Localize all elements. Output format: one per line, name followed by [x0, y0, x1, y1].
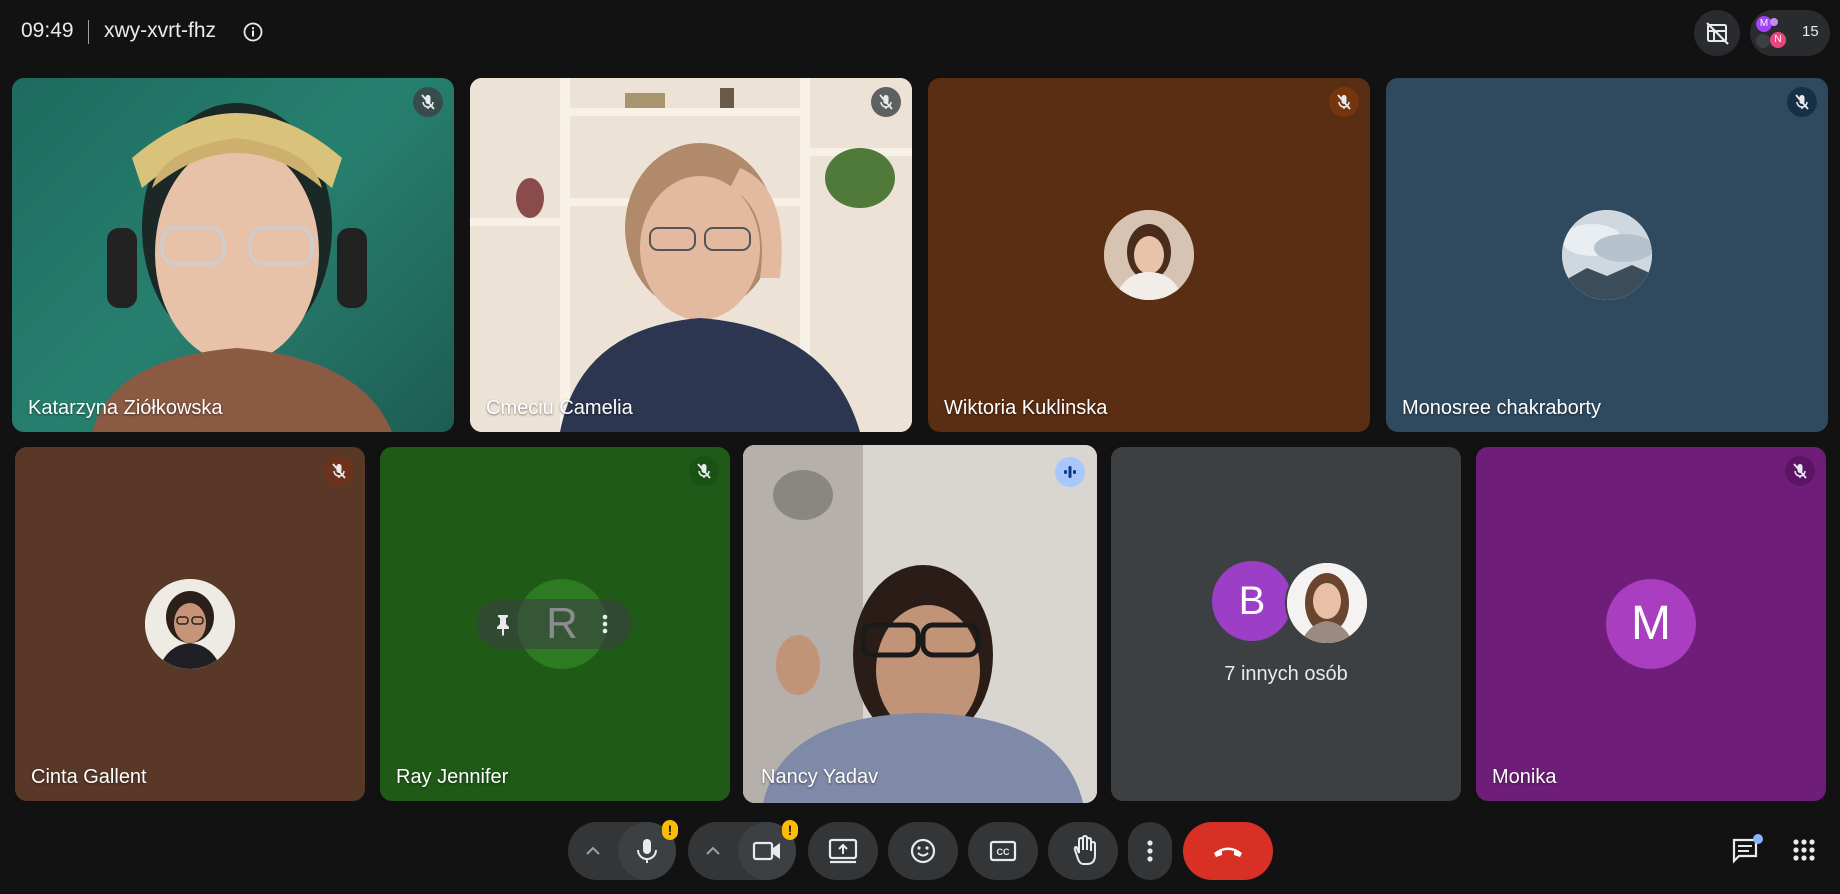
participant-video: [470, 78, 912, 432]
more-options-button[interactable]: [585, 604, 625, 644]
reactions-button[interactable]: [888, 822, 958, 880]
participant-video: [92, 103, 392, 432]
participant-tile-active[interactable]: Nancy Yadav: [743, 445, 1097, 803]
muted-indicator: [324, 456, 354, 486]
meeting-time: 09:49: [21, 19, 74, 42]
participant-tile[interactable]: Katarzyna Ziółkowska: [12, 78, 454, 432]
activities-button[interactable]: [1784, 830, 1824, 870]
muted-indicator: [1787, 87, 1817, 117]
participant-name: Monosree chakraborty: [1402, 397, 1601, 419]
others-count-label: 7 innych osób: [1224, 663, 1348, 685]
mic-off-icon: [1793, 463, 1807, 479]
participant-name: Cmeciu Camelia: [486, 397, 633, 419]
chat-button[interactable]: [1725, 830, 1765, 870]
muted-indicator: [1785, 456, 1815, 486]
muted-indicator: [689, 456, 719, 486]
raise-hand-button[interactable]: [1048, 822, 1118, 880]
chip-avatar-n: N: [1770, 32, 1786, 48]
participant-tile[interactable]: Wiktoria Kuklinska: [928, 78, 1370, 432]
participant-name: Katarzyna Ziółkowska: [28, 397, 223, 419]
mute-participant-button[interactable]: [535, 604, 575, 644]
muted-indicator: [1329, 87, 1359, 117]
participant-avatar: [1285, 561, 1369, 645]
other-participants-tile[interactable]: B 7 innych osób: [1111, 447, 1461, 801]
speaking-indicator: [1055, 457, 1085, 487]
leave-call-button[interactable]: [1183, 822, 1273, 880]
participant-avatar: [1562, 210, 1652, 300]
emoji-icon: [910, 838, 936, 864]
mic-off-icon: [421, 94, 435, 110]
muted-indicator: [413, 87, 443, 117]
muted-indicator: [871, 87, 901, 117]
host-controls-button[interactable]: [1694, 10, 1740, 56]
participant-avatar: B: [1212, 561, 1292, 641]
participant-avatar: M: [1606, 579, 1696, 669]
participant-tile[interactable]: M Monika: [1476, 447, 1826, 801]
meeting-info-icon[interactable]: [242, 21, 264, 43]
participant-name: Cinta Gallent: [31, 766, 147, 788]
chevron-up-icon: [706, 846, 720, 855]
hand-icon: [1073, 834, 1096, 865]
closed-captions-icon: CC: [989, 840, 1017, 862]
apps-grid-icon: [1793, 839, 1815, 861]
participant-tile[interactable]: Cmeciu Camelia: [470, 78, 912, 432]
mic-off-icon: [697, 463, 711, 479]
present-screen-icon: [828, 838, 858, 864]
mic-off-icon: [332, 463, 346, 479]
chip-avatar-photo: [1756, 34, 1770, 48]
video-settings-button[interactable]: [688, 822, 738, 880]
participant-count: 15: [1802, 23, 1819, 40]
captions-button[interactable]: CC: [968, 822, 1038, 880]
svg-text:CC: CC: [997, 847, 1010, 857]
pin-icon: [497, 615, 509, 636]
mic-warning-badge: !: [662, 820, 678, 840]
control-bar: ! ! CC: [0, 806, 1840, 894]
camera-group: [688, 822, 796, 880]
participant-avatar: [1104, 210, 1194, 300]
participant-name: Wiktoria Kuklinska: [944, 397, 1108, 419]
unread-dot: [1753, 834, 1763, 844]
chevron-up-icon: [586, 846, 600, 855]
participant-tile[interactable]: R Ray Jennifer: [380, 447, 730, 801]
more-options-button[interactable]: [1128, 822, 1172, 880]
mic-off-icon: [1795, 94, 1809, 110]
meeting-code: xwy-xvrt-fhz: [104, 19, 216, 42]
top-bar: 09:49 xwy-xvrt-fhz M N 15: [0, 0, 1840, 66]
participant-name: Ray Jennifer: [396, 766, 509, 788]
more-vert-icon: [1147, 840, 1153, 862]
people-button[interactable]: M N 15: [1750, 10, 1830, 56]
more-vert-icon: [602, 614, 608, 634]
camera-warning-badge: !: [782, 820, 798, 840]
mic-group: [568, 822, 676, 880]
participant-tile[interactable]: Cinta Gallent: [15, 447, 365, 801]
call-end-icon: [1214, 847, 1242, 857]
mic-off-icon: [879, 94, 893, 110]
participant-video: [743, 445, 1097, 803]
participant-name: Nancy Yadav: [761, 766, 879, 788]
layout-off-icon: [1706, 22, 1729, 45]
participant-name: Monika: [1492, 766, 1557, 788]
pin-button[interactable]: [483, 604, 523, 644]
audio-level-icon: [1064, 466, 1076, 478]
mic-off-icon: [1337, 94, 1351, 110]
audio-settings-button[interactable]: [568, 822, 618, 880]
participant-tile[interactable]: Monosree chakraborty: [1386, 78, 1828, 432]
tile-hover-actions: [477, 599, 632, 649]
participant-avatar: [145, 579, 235, 669]
divider: [88, 20, 89, 44]
present-screen-button[interactable]: [808, 822, 878, 880]
chip-avatar-dot: [1770, 18, 1778, 26]
